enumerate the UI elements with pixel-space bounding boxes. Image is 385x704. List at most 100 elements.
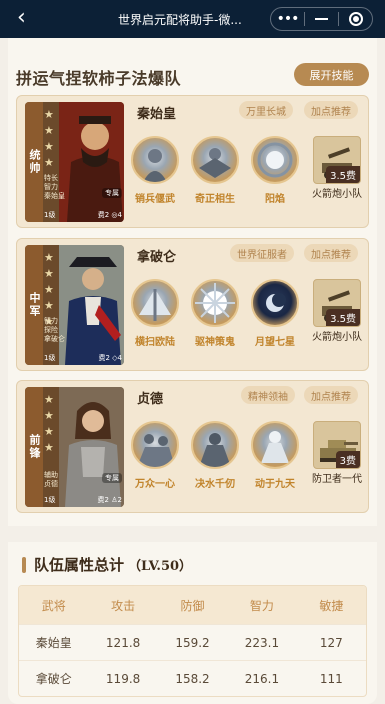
expand-skills-button[interactable]: 展开技能 (294, 63, 369, 86)
general-portrait[interactable]: 前锋 ★ ★ ★ ★ 辅助 贞德 专属 1级 费2 ♙2 (25, 387, 124, 507)
column-header: 智力 (249, 598, 274, 613)
back-chevron-icon[interactable]: ‹ (17, 7, 26, 29)
star-icon: ★ (44, 267, 54, 280)
star-icon: ★ (44, 140, 54, 153)
extra-value: 2 (117, 496, 122, 504)
rocket-launcher-icon: 3.5费 (313, 136, 361, 184)
mini-program-capsule: ••• (270, 7, 373, 31)
general-portrait[interactable]: 中军 ★ ★ ★ ★ ★ 智力 探险 拿破仑 1级 费2 ◇4 (25, 245, 124, 365)
table-cell: 223.1 (244, 635, 280, 650)
table-header: 武将 攻击 防御 智力 敏捷 (19, 586, 366, 624)
skill-slot[interactable]: 动于九天 (249, 421, 301, 490)
close-button[interactable] (339, 8, 372, 30)
skill-slot[interactable]: 横扫欧陆 (129, 279, 181, 348)
portrait-line: 秦始皇 (44, 192, 65, 200)
recommend-tag[interactable]: 加点推荐 (304, 101, 358, 119)
cost-value: 费2 (98, 354, 110, 362)
skill-icon (191, 421, 239, 469)
star-icon: ★ (44, 299, 54, 312)
general-card[interactable]: 中军 ★ ★ ★ ★ ★ 智力 探险 拿破仑 1级 费2 ◇4 拿破仑 世界征服者 加点… (16, 238, 369, 371)
minimize-button[interactable] (305, 8, 338, 30)
star-rating: ★ ★ ★ ★ (44, 393, 54, 455)
trait-tag[interactable]: 精神领袖 (241, 386, 295, 404)
stats-level: （LV.50） (128, 559, 193, 574)
cost-value: 费2 (97, 496, 110, 504)
star-icon: ★ (44, 283, 54, 296)
star-icon: ★ (44, 425, 54, 438)
level-label: 1级 (44, 354, 56, 362)
position-label: 中军 (25, 245, 43, 365)
skill-slot[interactable]: 阳焰 (249, 136, 301, 205)
recommend-tag[interactable]: 加点推荐 (304, 244, 358, 262)
extra-value: 4 (117, 211, 122, 219)
skill-icon (251, 136, 299, 184)
cost-value: 费2 (97, 211, 110, 219)
star-icon: ★ (44, 251, 54, 264)
portrait-line: 辅助 (44, 471, 58, 479)
table-cell: 121.8 (105, 635, 141, 650)
column-header: 防御 (180, 598, 205, 613)
table-row: 秦始皇 121.8 159.2 223.1 127 (19, 624, 366, 660)
lineup-panel: 拼运气捏软柿子法爆队 展开技能 统帅 ★ ★ ★ ★ 特长 智力 秦始皇 专属 (8, 38, 377, 704)
skill-icon (251, 279, 299, 327)
position-label: 前锋 (25, 387, 43, 507)
skill-slot[interactable]: 万众一心 (129, 421, 181, 490)
skill-slot[interactable]: 奇正相生 (189, 136, 241, 205)
skill-name: 决水千仞 (195, 479, 235, 490)
specialty-badge: 专属 (102, 188, 122, 198)
portrait-info: 特长 智力 秦始皇 (44, 174, 65, 201)
trait-tag[interactable]: 万里长城 (239, 101, 293, 119)
skill-name: 横扫欧陆 (135, 337, 175, 348)
unit-cost: 3.5费 (326, 309, 360, 326)
skill-name: 奇正相生 (195, 194, 235, 205)
cost-label: 费2 ◎4 (97, 211, 122, 219)
stats-title: 队伍属性总计 （LV.50） (22, 554, 192, 575)
trait-tag[interactable]: 世界征服者 (230, 244, 294, 262)
unit-name: 火箭炮小队 (312, 189, 362, 200)
general-card[interactable]: 统帅 ★ ★ ★ ★ 特长 智力 秦始皇 专属 1级 费2 ◎4 秦始皇 万里长城 加… (16, 95, 369, 228)
stats-heading: 队伍属性总计 (34, 556, 125, 574)
table-row: 拿破仑 119.8 158.2 216.1 111 (19, 660, 366, 696)
portrait-footer: 1级 费2 ◎4 (44, 210, 122, 220)
table-cell: 119.8 (105, 671, 141, 686)
unit-name: 火箭炮小队 (312, 332, 362, 343)
tank-icon: 3费 (313, 421, 361, 469)
skill-slot[interactable]: 销兵偃武 (129, 136, 181, 205)
star-icon: ★ (44, 108, 54, 121)
column-header: 武将 (41, 598, 66, 613)
portrait-info: 辅助 贞德 (44, 471, 58, 489)
table-cell: 111 (319, 671, 343, 686)
general-portrait[interactable]: 统帅 ★ ★ ★ ★ 特长 智力 秦始皇 专属 1级 费2 ◎4 (25, 102, 124, 222)
more-button[interactable]: ••• (271, 8, 304, 30)
skill-name: 销兵偃武 (135, 194, 175, 205)
portrait-line: 贞德 (44, 480, 58, 488)
skill-slot[interactable]: 月望七星 (249, 279, 301, 348)
skill-icon (131, 421, 179, 469)
window-title: 世界启元配将助手-微... (118, 13, 242, 27)
more-dots-icon: ••• (276, 11, 300, 27)
unit-slot[interactable]: 3.5费 火箭炮小队 (310, 279, 364, 344)
star-icon: ★ (44, 441, 54, 454)
table-cell: 127 (319, 635, 343, 650)
portrait-footer: 1级 费2 ◇4 (44, 353, 122, 363)
portrait-line: 拿破仑 (44, 335, 65, 343)
skill-slot[interactable]: 驱神策鬼 (189, 279, 241, 348)
extra-value: 4 (117, 354, 122, 362)
unit-slot[interactable]: 3费 防卫者一代 (310, 421, 364, 486)
portrait-line: 探险 (44, 326, 58, 334)
section-divider (8, 526, 377, 542)
unit-slot[interactable]: 3.5费 火箭炮小队 (310, 136, 364, 201)
recommend-tag[interactable]: 加点推荐 (304, 386, 358, 404)
portrait-info: 智力 探险 拿破仑 (44, 317, 65, 344)
general-card[interactable]: 前锋 ★ ★ ★ ★ 辅助 贞德 专属 1级 费2 ♙2 贞德 精神领袖 加点推荐 万… (16, 380, 369, 513)
unit-cost: 3费 (335, 451, 360, 468)
portrait-art (59, 245, 124, 365)
skill-slot[interactable]: 决水千仞 (189, 421, 241, 490)
rocket-launcher-icon: 3.5费 (313, 279, 361, 327)
unit-name: 防卫者一代 (312, 474, 362, 485)
star-rating: ★ ★ ★ ★ (44, 108, 54, 170)
star-icon: ★ (44, 409, 54, 422)
title-accent-bar (22, 556, 26, 573)
skill-name: 动于九天 (255, 479, 295, 490)
skill-name: 驱神策鬼 (195, 337, 235, 348)
